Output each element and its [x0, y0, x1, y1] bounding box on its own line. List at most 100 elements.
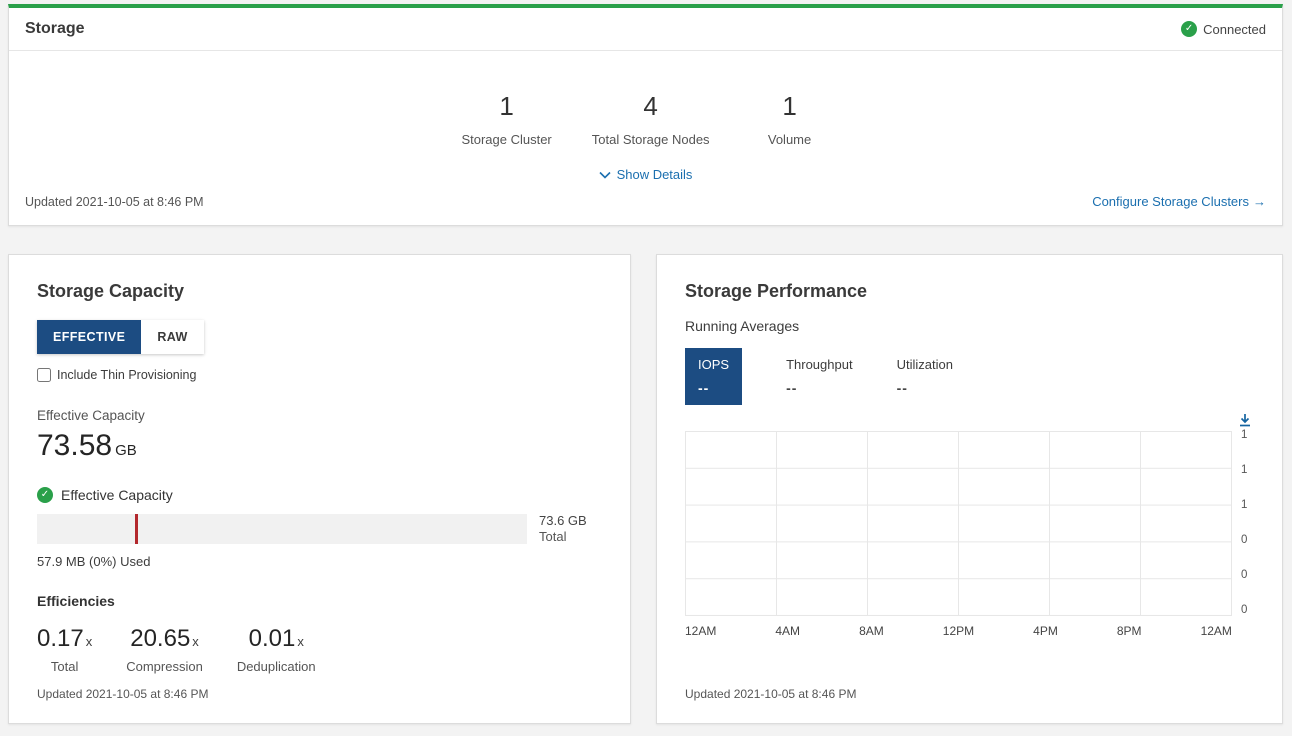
tab-value: --	[698, 380, 729, 396]
tab-value: --	[786, 380, 853, 396]
dashboard-row: Storage Capacity EFFECTIVE RAW Include T…	[8, 254, 1283, 724]
tab-label: Throughput	[786, 357, 853, 372]
y-tick-label: 0	[1241, 535, 1254, 545]
capacity-progress-bar	[37, 514, 527, 544]
show-details-label: Show Details	[617, 167, 693, 182]
tab-iops[interactable]: IOPS --	[685, 348, 742, 405]
performance-chart: 12AM 4AM 8AM 12PM 4PM 8PM 12AM 1 1 1 0 0 0	[685, 431, 1254, 638]
chart-toolbar	[685, 413, 1254, 427]
efficiency-value: 0.17x	[37, 625, 92, 653]
tab-throughput[interactable]: Throughput --	[786, 348, 853, 405]
capacity-tabs: EFFECTIVE RAW	[37, 320, 204, 354]
configure-storage-clusters-link[interactable]: Configure Storage Clusters →	[1092, 194, 1266, 209]
efficiency-value: 0.01x	[237, 625, 316, 653]
thin-provisioning-label: Include Thin Provisioning	[57, 368, 196, 382]
efficiency-deduplication: 0.01x Deduplication	[237, 625, 316, 674]
x-tick-label: 12PM	[943, 624, 974, 638]
stat-label: Storage Cluster	[461, 132, 551, 147]
storage-performance-card: Storage Performance Running Averages IOP…	[656, 254, 1283, 724]
efficiency-number: 0.17	[37, 625, 84, 652]
x-tick-label: 8PM	[1117, 624, 1142, 638]
tab-utilization[interactable]: Utilization --	[897, 348, 953, 405]
y-tick-label: 0	[1241, 570, 1254, 580]
effective-capacity-label: Effective Capacity	[37, 408, 602, 423]
storage-capacity-card: Storage Capacity EFFECTIVE RAW Include T…	[8, 254, 631, 724]
efficiency-label: Deduplication	[237, 659, 316, 674]
efficiency-label: Compression	[126, 659, 203, 674]
storage-card-header: Storage ✓ Connected	[9, 8, 1282, 51]
storage-updated-timestamp: Updated 2021-10-05 at 8:46 PM	[25, 195, 204, 209]
stat-label: Total Storage Nodes	[592, 132, 710, 147]
capacity-threshold-marker	[135, 514, 138, 544]
efficiency-total: 0.17x Total	[37, 625, 92, 674]
efficiency-value: 20.65x	[126, 625, 203, 653]
performance-tabs: IOPS -- Throughput -- Utilization --	[685, 348, 1254, 405]
capacity-total: 73.6 GB Total	[539, 513, 587, 546]
x-tick-label: 12AM	[685, 624, 716, 638]
effective-capacity-value: 73.58GB	[37, 429, 602, 463]
capacity-bar-header: ✓ Effective Capacity	[37, 487, 602, 503]
capacity-bar-label: Effective Capacity	[61, 487, 173, 503]
tab-raw[interactable]: RAW	[141, 320, 203, 354]
x-tick-label: 8AM	[859, 624, 884, 638]
y-tick-label: 1	[1241, 465, 1254, 475]
capacity-used-label: 57.9 MB (0%) Used	[37, 554, 602, 569]
connection-status: ✓ Connected	[1181, 21, 1266, 37]
stat-label: Volume	[750, 132, 830, 147]
capacity-updated-timestamp: Updated 2021-10-05 at 8:46 PM	[37, 687, 602, 701]
efficiency-suffix: x	[297, 634, 304, 649]
storage-card-footer: Updated 2021-10-05 at 8:46 PM Configure …	[9, 182, 1282, 225]
storage-stats: 1 Storage Cluster 4 Total Storage Nodes …	[9, 91, 1282, 147]
capacity-check-icon: ✓	[37, 487, 53, 503]
x-tick-label: 12AM	[1201, 624, 1232, 638]
y-tick-label: 1	[1241, 430, 1254, 440]
stat-volume: 1 Volume	[750, 91, 830, 147]
efficiency-suffix: x	[86, 634, 93, 649]
capacity-total-value: 73.6 GB	[539, 513, 587, 529]
stat-value: 4	[592, 91, 710, 122]
capacity-unit: GB	[115, 442, 137, 459]
storage-dashboard: Storage ✓ Connected 1 Storage Cluster 4 …	[0, 0, 1292, 732]
tab-value: --	[897, 380, 953, 396]
running-averages-label: Running Averages	[685, 318, 1254, 334]
performance-updated-timestamp: Updated 2021-10-05 at 8:46 PM	[685, 687, 1254, 701]
capacity-number: 73.58	[37, 429, 112, 462]
stat-storage-cluster: 1 Storage Cluster	[461, 91, 551, 147]
chart-plot-area	[685, 431, 1232, 616]
efficiency-compression: 20.65x Compression	[126, 625, 203, 674]
show-details-link[interactable]: Show Details	[9, 167, 1282, 182]
thin-provisioning-row: Include Thin Provisioning	[37, 368, 602, 382]
download-icon[interactable]	[1238, 413, 1252, 427]
efficiencies-title: Efficiencies	[37, 593, 602, 609]
performance-card-title: Storage Performance	[685, 281, 1254, 302]
configure-link-label: Configure Storage Clusters	[1092, 194, 1249, 209]
x-axis-ticks: 12AM 4AM 8AM 12PM 4PM 8PM 12AM	[685, 624, 1232, 638]
efficiency-label: Total	[37, 659, 92, 674]
stat-value: 1	[461, 91, 551, 122]
arrow-right-icon: →	[1253, 194, 1266, 209]
capacity-bar-row: 73.6 GB Total	[37, 513, 602, 546]
x-tick-label: 4PM	[1033, 624, 1058, 638]
efficiency-number: 0.01	[249, 625, 296, 652]
thin-provisioning-checkbox[interactable]	[37, 368, 51, 382]
efficiency-number: 20.65	[130, 625, 190, 652]
capacity-card-title: Storage Capacity	[37, 281, 602, 302]
stat-value: 1	[750, 91, 830, 122]
chart-main: 12AM 4AM 8AM 12PM 4PM 8PM 12AM	[685, 431, 1232, 638]
connection-status-label: Connected	[1203, 22, 1266, 37]
storage-card-title: Storage	[25, 20, 85, 38]
connected-check-icon: ✓	[1181, 21, 1197, 37]
x-tick-label: 4AM	[775, 624, 800, 638]
tab-label: Utilization	[897, 357, 953, 372]
y-axis-ticks: 1 1 1 0 0 0	[1232, 431, 1254, 616]
chevron-down-icon	[599, 171, 611, 179]
stat-total-storage-nodes: 4 Total Storage Nodes	[592, 91, 710, 147]
tab-label: IOPS	[698, 357, 729, 372]
tab-effective[interactable]: EFFECTIVE	[37, 320, 141, 354]
efficiency-suffix: x	[192, 634, 199, 649]
storage-summary-card: Storage ✓ Connected 1 Storage Cluster 4 …	[8, 4, 1283, 226]
y-tick-label: 0	[1241, 605, 1254, 615]
efficiencies-row: 0.17x Total 20.65x Compression 0.01x Ded…	[37, 625, 602, 674]
y-tick-label: 1	[1241, 500, 1254, 510]
capacity-total-label: Total	[539, 529, 587, 545]
